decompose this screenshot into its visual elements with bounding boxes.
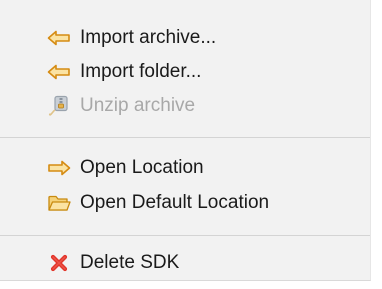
menu-item-import-folder[interactable]: Import folder... bbox=[46, 58, 201, 86]
menu-item-open-location[interactable]: Open Location bbox=[46, 154, 204, 182]
menu-item-open-default-location[interactable]: Open Default Location bbox=[46, 189, 269, 217]
delete-x-icon bbox=[46, 252, 72, 274]
arrow-right-icon bbox=[46, 157, 72, 179]
menu-item-label: Import archive... bbox=[80, 27, 217, 48]
menu-item-delete-sdk[interactable]: Delete SDK bbox=[46, 249, 179, 277]
context-menu: Import archive... Import folder... Unzip… bbox=[0, 0, 371, 281]
zip-archive-icon bbox=[46, 95, 72, 117]
menu-item-label: Open Default Location bbox=[80, 192, 270, 213]
menu-separator bbox=[0, 235, 370, 236]
menu-item-unzip-archive[interactable]: Unzip archive bbox=[46, 92, 195, 120]
arrow-left-icon bbox=[46, 61, 72, 83]
menu-item-import-archive[interactable]: Import archive... bbox=[46, 24, 216, 52]
open-folder-icon bbox=[46, 192, 72, 214]
menu-item-label: Open Location bbox=[80, 157, 204, 178]
menu-item-label: Import folder... bbox=[80, 61, 202, 82]
arrow-left-icon bbox=[46, 27, 72, 49]
menu-item-label: Delete SDK bbox=[80, 252, 180, 273]
menu-item-label: Unzip archive bbox=[80, 95, 196, 116]
menu-separator bbox=[0, 137, 370, 138]
